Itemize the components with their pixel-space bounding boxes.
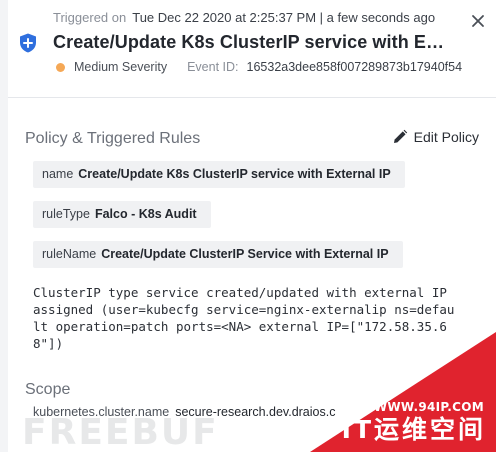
- description-line: ClusterIP type service created/updated w…: [33, 285, 447, 300]
- rule-chip-rulename: ruleName Create/Update ClusterIP Service …: [33, 241, 403, 268]
- shield-plus-icon: [20, 33, 36, 53]
- policy-section-title: Policy & Triggered Rules: [25, 130, 201, 147]
- freebuf-watermark: FREEBUF: [22, 412, 219, 452]
- event-meta: Medium Severity Event ID: 16532a3dee858f…: [56, 60, 462, 74]
- chip-key: ruleName: [42, 247, 97, 261]
- severity-dot: [56, 62, 65, 72]
- triggered-label: Triggered on: [53, 10, 127, 25]
- edit-policy-button[interactable]: Edit Policy: [392, 129, 479, 145]
- severity-label: Medium Severity: [74, 60, 168, 74]
- chip-key: ruleType: [42, 207, 90, 221]
- scope-section-title: Scope: [25, 381, 71, 398]
- event-id-label: Event ID:: [187, 60, 239, 74]
- watermark-brand: IT运维空间: [341, 415, 486, 444]
- triggered-value: Tue Dec 22 2020 at 2:25:37 PM | a few se…: [132, 10, 436, 25]
- chip-value: Falco - K8s Audit: [94, 207, 197, 221]
- pencil-icon: [393, 129, 407, 143]
- chip-key: name: [42, 167, 74, 181]
- edit-policy-label: Edit Policy: [413, 129, 479, 145]
- chip-value: Create/Update ClusterIP Service with Ext…: [101, 247, 389, 261]
- rule-chip-ruletype: ruleType Falco - K8s Audit: [33, 201, 211, 228]
- close-icon[interactable]: [470, 13, 486, 29]
- description-line: assigned (user=kubecfg service=nginx-ext…: [33, 302, 455, 317]
- rule-chip-name: name Create/Update K8s ClusterIP service …: [33, 161, 405, 188]
- event-id-value: 16532a3dee858f007289873b17940f54: [246, 60, 463, 74]
- triggered-timestamp: Triggered on Tue Dec 22 2020 at 2:25:37 P…: [53, 10, 435, 25]
- event-title: Create/Update K8s ClusterIP service with…: [53, 32, 453, 52]
- chip-value: Create/Update K8s ClusterIP service with…: [78, 167, 391, 181]
- event-header: Triggered on Tue Dec 22 2020 at 2:25:37 P…: [8, 0, 496, 98]
